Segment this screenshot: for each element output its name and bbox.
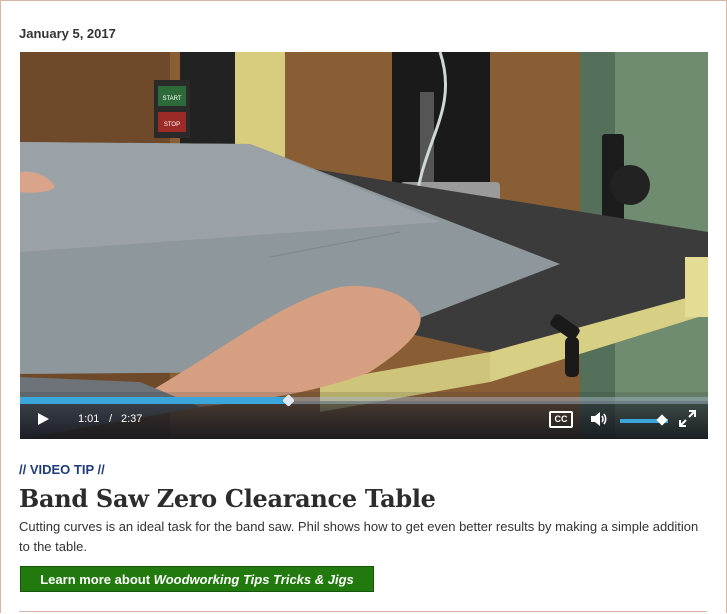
machine-start-label: START [162,96,181,102]
video-duration: 2:37 [121,413,143,425]
learn-more-topic: Woodworking Tips Tricks & Jigs [153,572,354,587]
volume-slider[interactable] [620,414,668,426]
closed-captions-icon[interactable]: CC [549,411,573,428]
post-description: Cutting curves is an ideal task for the … [19,519,699,554]
video-time-separator: / [109,413,113,425]
learn-more-prefix: Learn more about [40,572,154,587]
post-title[interactable]: Band Saw Zero Clearance Table [19,484,436,513]
play-icon[interactable] [38,413,49,425]
video-progress-fill [20,397,289,404]
volume-slider-handle[interactable] [656,414,668,426]
video-current-time: 1:01 [78,413,100,425]
video-player[interactable]: START STOP 1:01 / 2:37 CC [20,52,708,439]
video-tip-kicker: // VIDEO TIP // [19,462,105,477]
divider [19,611,707,612]
video-controls-bar: 1:01 / 2:37 CC [20,394,708,439]
video-frame-image: START STOP [20,52,708,439]
machine-stop-label: STOP [164,122,180,128]
volume-icon[interactable] [591,411,609,427]
learn-more-button[interactable]: Learn more about Woodworking Tips Tricks… [20,566,374,592]
video-progress-bar[interactable] [20,394,708,407]
post-date: January 5, 2017 [19,26,116,41]
fullscreen-icon[interactable] [679,410,696,427]
